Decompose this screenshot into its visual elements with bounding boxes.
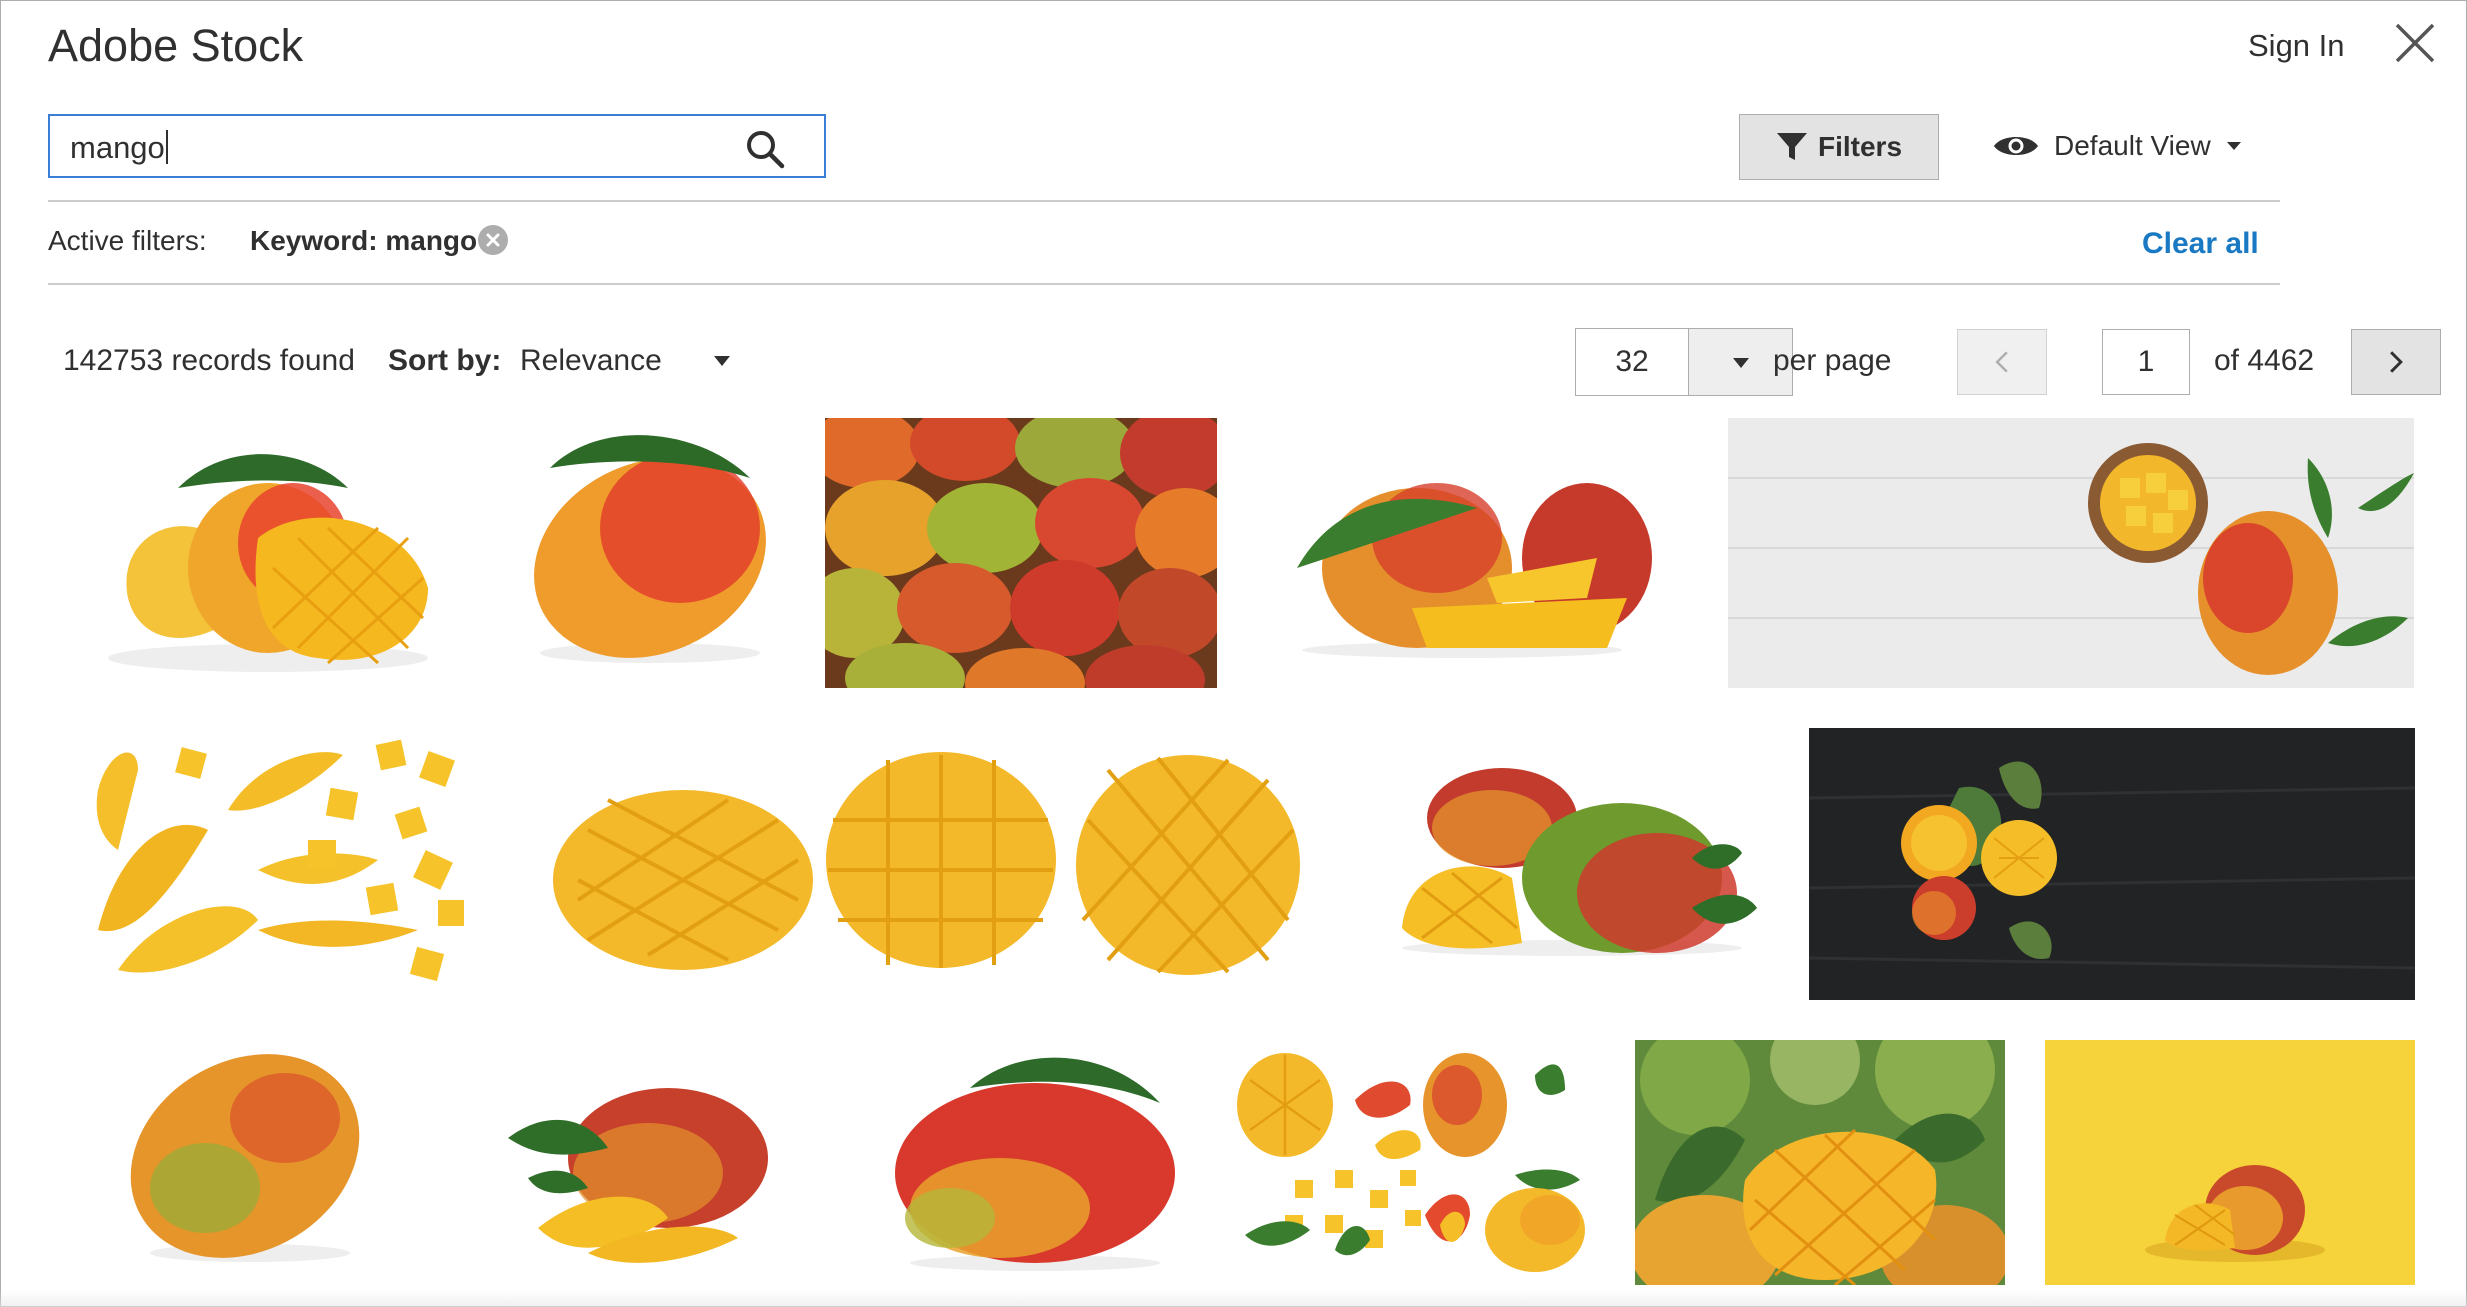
- filter-chip-keyword: Keyword: mango: [250, 225, 478, 256]
- next-page-button[interactable]: [2351, 329, 2441, 395]
- total-pages: of 4462: [2214, 344, 2315, 377]
- search-input[interactable]: mango: [48, 114, 826, 178]
- stock-image-14[interactable]: [1635, 1040, 2005, 1285]
- stock-image-10[interactable]: [125, 1048, 370, 1266]
- chevron-left-icon: [1995, 351, 2008, 373]
- stock-image-5[interactable]: [1728, 418, 2414, 688]
- divider: [48, 283, 2280, 285]
- view-dropdown-label: Default View: [2054, 130, 2211, 161]
- scroll-fade: [0, 1290, 2467, 1307]
- sign-in-link[interactable]: Sign In: [2248, 28, 2345, 64]
- remove-filter-icon[interactable]: [478, 225, 508, 255]
- stock-image-13[interactable]: [1235, 1050, 1590, 1272]
- stock-image-12[interactable]: [890, 1048, 1175, 1273]
- view-dropdown[interactable]: Default View: [1992, 124, 2243, 168]
- filters-button-label: Filters: [1817, 131, 1903, 162]
- stock-image-6[interactable]: [78, 730, 473, 990]
- sort-select[interactable]: Relevance: [520, 336, 730, 384]
- stock-image-7[interactable]: [548, 750, 1300, 975]
- divider: [48, 200, 2280, 202]
- stock-image-4[interactable]: [1287, 458, 1657, 658]
- stock-image-1[interactable]: [78, 418, 450, 688]
- per-page-select[interactable]: [1575, 328, 1793, 396]
- sort-by-label: Sort by:: [388, 344, 502, 377]
- active-filters-label: Active filters:: [48, 225, 207, 256]
- filters-button[interactable]: Filters: [1739, 114, 1939, 180]
- sort-select-value: Relevance: [520, 344, 662, 377]
- stock-image-8[interactable]: [1392, 758, 1760, 958]
- close-icon[interactable]: [2394, 22, 2436, 64]
- records-count: 142753 records found: [63, 344, 355, 377]
- search-icon[interactable]: [744, 128, 786, 170]
- modal-title: Adobe Stock: [48, 20, 304, 71]
- stock-image-2[interactable]: [500, 418, 790, 668]
- stock-image-9[interactable]: [1809, 728, 2415, 1000]
- previous-page-button[interactable]: [1957, 329, 2047, 395]
- per-page-label: per page: [1773, 344, 1892, 377]
- search-input-value: mango: [70, 130, 165, 165]
- chevron-down-icon: [1732, 358, 1749, 368]
- chevron-down-icon: [714, 356, 730, 366]
- stock-image-11[interactable]: [508, 1078, 793, 1263]
- current-page-input[interactable]: [2102, 329, 2190, 395]
- stock-image-15[interactable]: [2045, 1040, 2415, 1285]
- per-page-input[interactable]: [1576, 329, 1688, 395]
- chevron-down-icon: [2226, 142, 2241, 150]
- chevron-right-icon: [2390, 351, 2403, 373]
- eye-icon: [1994, 137, 2038, 155]
- stock-image-3[interactable]: [825, 418, 1217, 688]
- filter-funnel-icon: [1776, 133, 1807, 160]
- clear-all-link[interactable]: Clear all: [2142, 227, 2259, 261]
